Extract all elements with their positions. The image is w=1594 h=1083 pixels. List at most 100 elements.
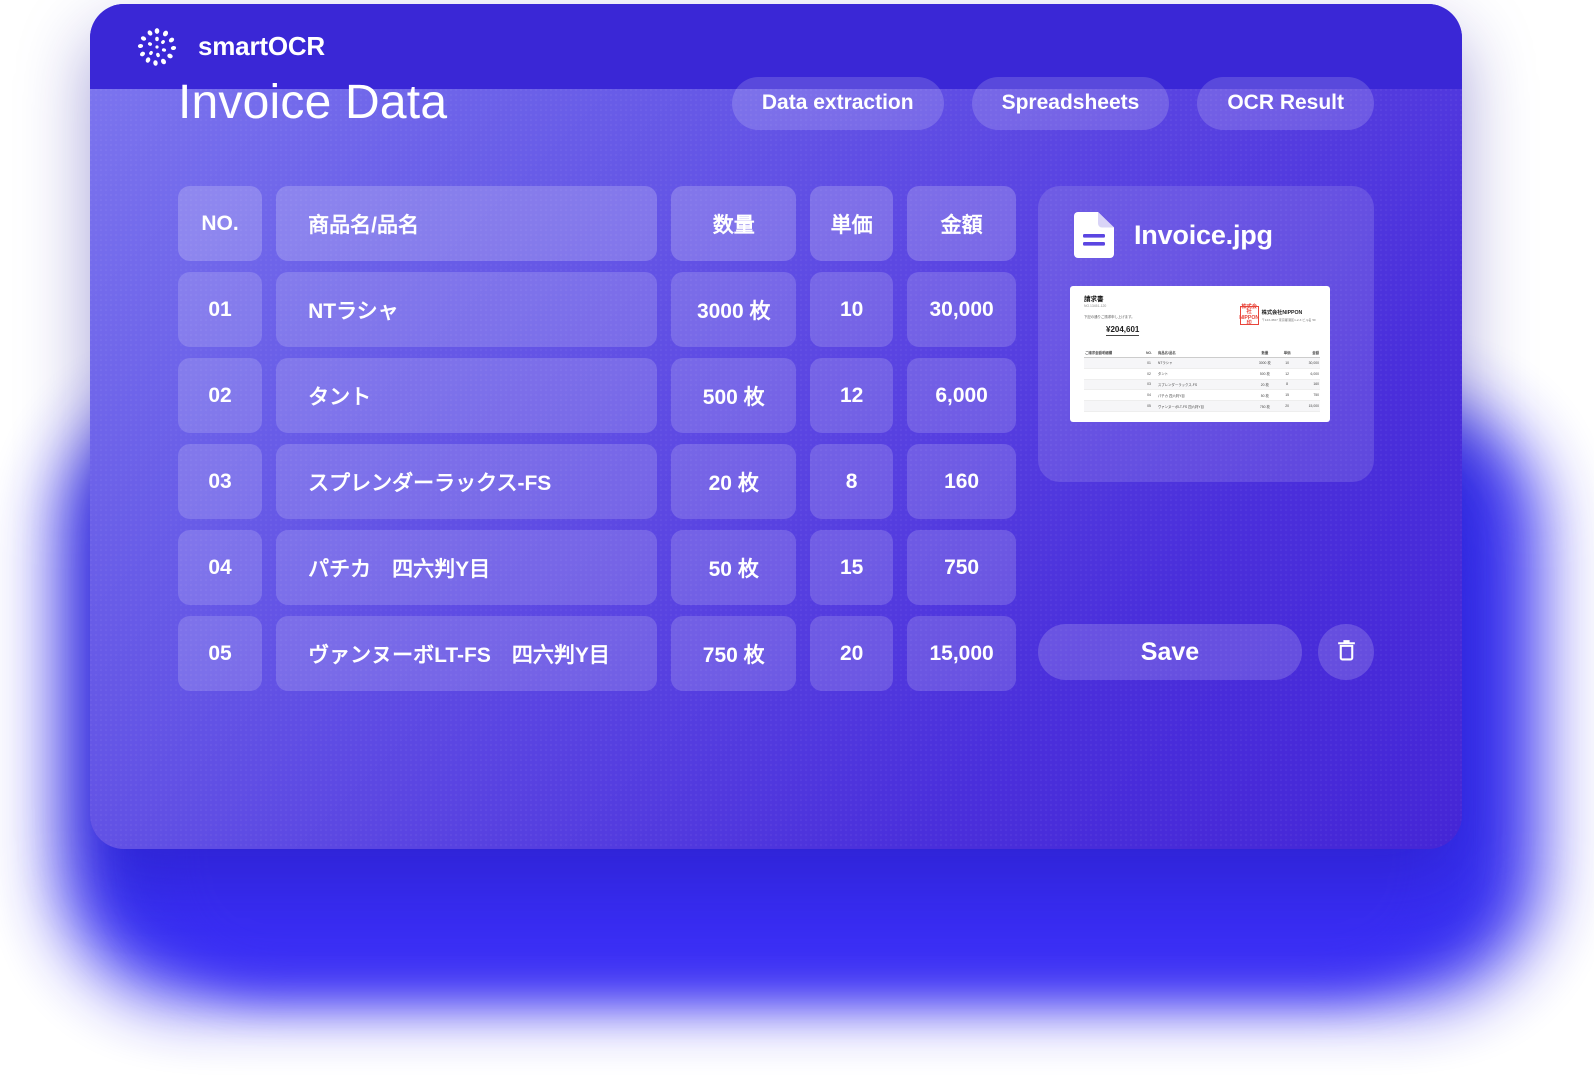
app-window: smartOCR Invoice Data Data extraction Sp… [90, 4, 1462, 849]
tab-ocr-result[interactable]: OCR Result [1197, 76, 1374, 130]
content-header: Invoice Data Data extraction Spreadsheet… [178, 72, 1374, 134]
thumb-cell-amount: 6,000 [1295, 368, 1320, 380]
cell-no[interactable]: 01 [178, 272, 263, 347]
cell-no[interactable]: 03 [178, 444, 263, 519]
thumb-cell-name: スプレンダーラックス-FS [1156, 379, 1252, 391]
thumb-table-row: 04 パチカ 四六判Y目 50 枚 15 750 [1084, 389, 1320, 402]
cell-qty[interactable]: 50 枚 [671, 530, 797, 605]
thumb-cell-blank [1084, 389, 1142, 402]
cell-name[interactable]: ヴァンヌーボLT-FS 四六判Y目 [276, 616, 658, 691]
thumb-col-amount: 金額 [1295, 348, 1320, 358]
thumb-cell-amount: 160 [1295, 379, 1320, 391]
cell-amount[interactable]: 15,000 [907, 616, 1017, 691]
save-button[interactable]: Save [1038, 624, 1302, 680]
cell-amount[interactable]: 750 [907, 530, 1017, 605]
dot-burst-logo-icon [134, 24, 180, 70]
cell-amount[interactable]: 6,000 [907, 358, 1017, 433]
column-header-price: 単価 [810, 186, 894, 261]
table-row[interactable]: 01 NTラシャ 3000 枚 10 30,000 [178, 272, 1017, 347]
thumb-cell-qty: 50 枚 [1251, 389, 1279, 402]
thumb-cell-blank [1084, 357, 1142, 369]
cell-no[interactable]: 05 [178, 616, 263, 691]
column-header-no: NO. [178, 186, 263, 261]
thumb-cell-no: 05 [1141, 400, 1157, 412]
thumb-cell-no: 02 [1141, 368, 1157, 380]
cell-price[interactable]: 20 [810, 616, 894, 691]
cell-amount[interactable]: 30,000 [907, 272, 1017, 347]
cell-name[interactable]: パチカ 四六判Y目 [276, 530, 658, 605]
thumb-table-row: 03 スプレンダーラックス-FS 20 枚 8 160 [1084, 379, 1320, 391]
tab-spreadsheets[interactable]: Spreadsheets [971, 76, 1170, 130]
thumb-cell-name: パチカ 四六判Y目 [1156, 389, 1252, 402]
invoice-table: NO. 商品名/品名 数量 単価 金額 01 NTラシャ 3000 枚 10 3… [178, 186, 1017, 702]
page-title: Invoice Data [178, 76, 448, 129]
thumb-cell-blank [1084, 400, 1142, 412]
table-row[interactable]: 04 パチカ 四六判Y目 50 枚 15 750 [178, 530, 1017, 605]
action-row: Save [1038, 624, 1374, 680]
thumb-cell-qty: 3000 枚 [1251, 357, 1279, 369]
cell-name[interactable]: タント [276, 358, 658, 433]
thumb-cell-price: 15 [1278, 389, 1296, 402]
thumb-table-header-row: ご請求金額明細欄 NO. 商品名/品名 数量 単価 金額 [1084, 348, 1320, 358]
invoice-thumbnail[interactable]: 請求書 NO.13451-120 下記の通りご請求申し上げます。 ¥204,60… [1070, 286, 1330, 422]
thumb-cell-name: タント [1156, 368, 1252, 380]
cell-price[interactable]: 15 [810, 530, 894, 605]
cell-name[interactable]: スプレンダーラックス-FS [276, 444, 658, 519]
file-preview-panel: Invoice.jpg 請求書 NO.13451-120 下記の通りご請求申し上… [1038, 186, 1374, 482]
thumb-col-price: 単価 [1278, 348, 1296, 358]
trash-icon [1334, 637, 1359, 667]
thumb-cell-blank [1084, 379, 1142, 391]
thumb-col-qty: 数量 [1251, 348, 1279, 358]
cell-name[interactable]: NTラシャ [276, 272, 658, 347]
cell-price[interactable]: 8 [810, 444, 894, 519]
thumb-cell-no: 01 [1141, 357, 1157, 369]
thumb-company-info: 株式会社NIPPON 〒123-4567 東京都港区1-2-3 ビル名 5F [1262, 306, 1316, 322]
thumb-cell-no: 03 [1141, 379, 1157, 391]
thumb-cell-price: 8 [1278, 379, 1296, 391]
thumb-cell-qty: 500 枚 [1251, 368, 1279, 380]
table-row[interactable]: 02 タント 500 枚 12 6,000 [178, 358, 1017, 433]
file-header: Invoice.jpg [1038, 186, 1374, 258]
thumb-cell-no: 04 [1141, 389, 1157, 402]
thumb-col-no: NO. [1141, 348, 1157, 358]
thumb-cell-amount: 30,000 [1295, 357, 1320, 369]
column-header-amount: 金額 [907, 186, 1017, 261]
tab-data-extraction[interactable]: Data extraction [731, 76, 944, 130]
cell-qty[interactable]: 20 枚 [671, 444, 797, 519]
thumb-company-address: 〒123-4567 東京都港区1-2-3 ビル名 5F [1261, 318, 1316, 322]
cell-no[interactable]: 04 [178, 530, 263, 605]
file-name: Invoice.jpg [1134, 219, 1273, 250]
company-seal-icon: 株式会社NIPPON印 [1239, 303, 1260, 326]
thumb-total-amount: ¥204,601 [1106, 325, 1140, 337]
cell-qty[interactable]: 3000 枚 [671, 272, 797, 347]
cell-price[interactable]: 12 [810, 358, 894, 433]
cell-no[interactable]: 02 [178, 358, 263, 433]
cell-amount[interactable]: 160 [907, 444, 1017, 519]
thumb-cell-blank [1084, 368, 1142, 380]
thumb-table-row: 05 ヴァンヌーボLT-FS 四六判Y目 750 枚 20 15,000 [1084, 400, 1320, 412]
thumb-company-block: 株式会社NIPPON印 株式会社NIPPON 〒123-4567 東京都港区1-… [1239, 303, 1316, 326]
thumb-cell-price: 10 [1278, 357, 1296, 369]
thumb-cell-name: ヴァンヌーボLT-FS 四六判Y目 [1156, 400, 1252, 412]
table-row[interactable]: 05 ヴァンヌーボLT-FS 四六判Y目 750 枚 20 15,000 [178, 616, 1017, 691]
brand-name: smartOCR [198, 31, 325, 61]
thumb-cell-amount: 750 [1295, 389, 1320, 402]
table-row[interactable]: 03 スプレンダーラックス-FS 20 枚 8 160 [178, 444, 1017, 519]
delete-button[interactable] [1318, 624, 1374, 680]
thumb-col-label: ご請求金額明細欄 [1084, 348, 1142, 358]
thumb-col-name: 商品名/品名 [1156, 348, 1252, 358]
thumb-cell-name: NTラシャ [1156, 357, 1252, 369]
thumb-cell-qty: 750 枚 [1251, 400, 1279, 412]
thumb-doc-title: 請求書 [1084, 296, 1104, 303]
thumb-table-row: 02 タント 500 枚 12 6,000 [1084, 368, 1320, 380]
cell-price[interactable]: 10 [810, 272, 894, 347]
thumb-table-row: 01 NTラシャ 3000 枚 10 30,000 [1084, 357, 1320, 369]
thumb-cell-qty: 20 枚 [1251, 379, 1279, 391]
cell-qty[interactable]: 500 枚 [671, 358, 797, 433]
column-header-name: 商品名/品名 [276, 186, 658, 261]
thumb-invoice-table: ご請求金額明細欄 NO. 商品名/品名 数量 単価 金額 01 NTラシャ 30… [1084, 348, 1320, 412]
document-icon [1074, 212, 1114, 258]
cell-qty[interactable]: 750 枚 [671, 616, 797, 691]
thumb-cell-price: 20 [1278, 400, 1296, 412]
table-header-row: NO. 商品名/品名 数量 単価 金額 [178, 186, 1017, 261]
